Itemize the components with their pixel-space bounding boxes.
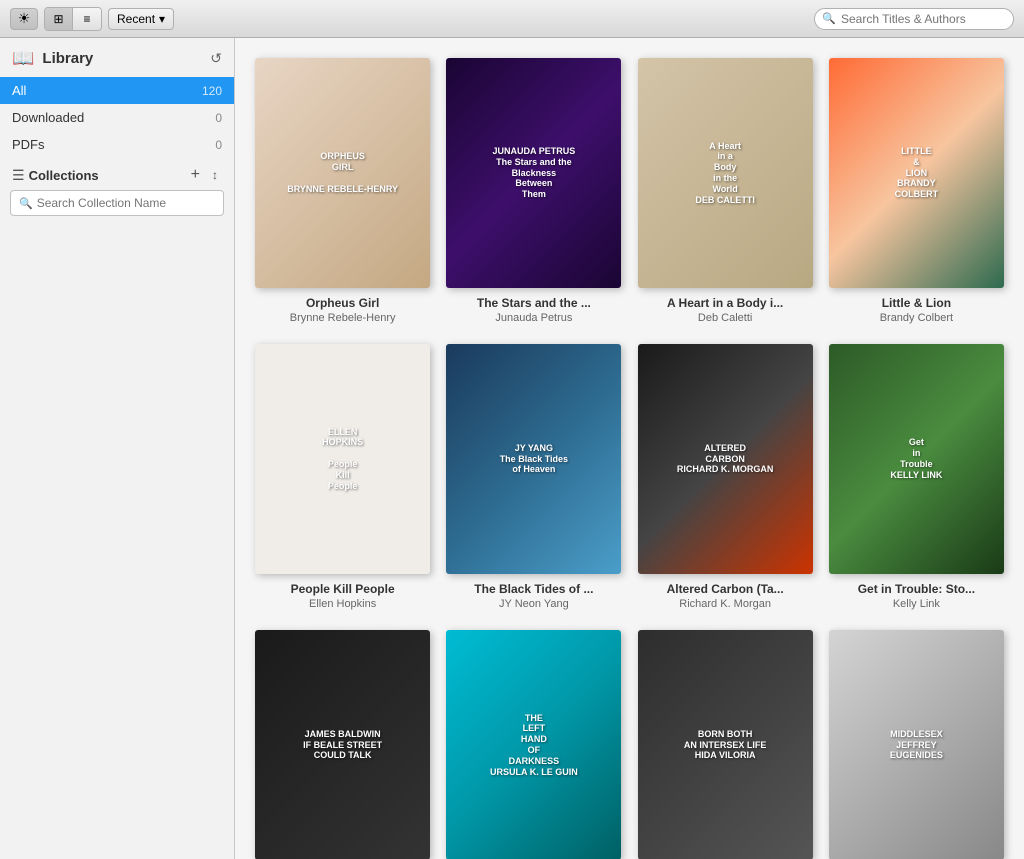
book-title-little-lion: Little & Lion	[882, 296, 951, 310]
book-item-altered-carbon[interactable]: ALTERED CARBON RICHARD K. MORGAN Altered …	[638, 344, 813, 610]
book-item-heart-in-body[interactable]: A Heart in a Body in the World DEB CALET…	[638, 58, 813, 324]
book-item-born-both[interactable]: BORN BOTH AN INTERSEX LIFE HIDA VILORIAB…	[638, 630, 813, 859]
sun-icon-btn[interactable]: ☀	[10, 8, 38, 30]
cover-text-little-lion: LITTLE & LION BRANDY COLBERT	[891, 142, 943, 204]
book-author-people-kill-people: Ellen Hopkins	[309, 598, 376, 610]
collection-search-input[interactable]	[37, 196, 215, 210]
book-cover-altered-carbon: ALTERED CARBON RICHARD K. MORGAN	[638, 344, 813, 574]
cover-text-left-hand-darkness: THE LEFT HAND OF DARKNESS URSULA K. LE G…	[486, 709, 582, 782]
sort-dropdown[interactable]: Recent ▾	[108, 8, 174, 30]
library-title: Library	[42, 50, 202, 67]
book-author-heart-in-body: Deb Caletti	[698, 312, 752, 324]
cover-text-beale-street: JAMES BALDWIN IF BEALE STREET COULD TALK	[299, 725, 386, 765]
book-title-get-in-trouble: Get in Trouble: Sto...	[858, 582, 975, 596]
main-layout: 📖 Library ↺ All 120 Downloaded 0 PDFs 0 …	[0, 38, 1024, 859]
book-title-stars-blackness: The Stars and the ...	[477, 296, 591, 310]
content-area: ORPHEUS GIRL BRYNNE REBELE-HENRY Orpheus …	[235, 38, 1024, 859]
book-title-heart-in-body: A Heart in a Body i...	[667, 296, 783, 310]
cover-text-middlesex: MIDDLESEX JEFFREY EUGENIDES	[886, 725, 947, 765]
cover-text-get-in-trouble: Get in Trouble KELLY LINK	[886, 433, 946, 484]
book-item-get-in-trouble[interactable]: Get in Trouble KELLY LINK Get in Trouble:…	[829, 344, 1004, 610]
sidebar-item-downloaded[interactable]: Downloaded 0	[0, 104, 234, 131]
book-item-left-hand-darkness[interactable]: THE LEFT HAND OF DARKNESS URSULA K. LE G…	[446, 630, 621, 859]
cover-text-altered-carbon: ALTERED CARBON RICHARD K. MORGAN	[673, 439, 778, 479]
book-author-altered-carbon: Richard K. Morgan	[679, 598, 771, 610]
cover-text-born-both: BORN BOTH AN INTERSEX LIFE HIDA VILORIA	[680, 725, 771, 765]
book-cover-stars-blackness: JUNAUDA PETRUS The Stars and the Blackne…	[446, 58, 621, 288]
refresh-icon[interactable]: ↺	[210, 50, 222, 67]
book-author-black-tides: JY Neon Yang	[499, 598, 569, 610]
cover-text-stars-blackness: JUNAUDA PETRUS The Stars and the Blackne…	[489, 142, 580, 204]
cover-text-black-tides: JY YANG The Black Tides of Heaven	[496, 439, 572, 479]
book-title-people-kill-people: People Kill People	[291, 582, 395, 596]
book-title-orpheus-girl: Orpheus Girl	[306, 296, 379, 310]
sidebar-header: 📖 Library ↺	[0, 38, 234, 77]
cover-text-orpheus-girl: ORPHEUS GIRL BRYNNE REBELE-HENRY	[283, 147, 402, 198]
book-item-middlesex[interactable]: MIDDLESEX JEFFREY EUGENIDESMiddlesex: A …	[829, 630, 1004, 859]
sort-collections-btn[interactable]: ↕	[208, 168, 222, 182]
collection-search-box: 🔍	[10, 190, 224, 216]
view-toggle: ⊞ ≡	[44, 7, 102, 31]
book-author-stars-blackness: Junauda Petrus	[495, 312, 572, 324]
book-author-get-in-trouble: Kelly Link	[893, 598, 940, 610]
book-item-people-kill-people[interactable]: ELLEN HOPKINS People Kill People People K…	[255, 344, 430, 610]
cover-text-people-kill-people: ELLEN HOPKINS People Kill People	[318, 423, 367, 496]
book-cover-born-both: BORN BOTH AN INTERSEX LIFE HIDA VILORIA	[638, 630, 813, 859]
search-wrapper: 🔍	[814, 8, 1014, 30]
book-cover-heart-in-body: A Heart in a Body in the World DEB CALET…	[638, 58, 813, 288]
book-title-altered-carbon: Altered Carbon (Ta...	[667, 582, 784, 596]
sort-label: Recent	[117, 12, 155, 26]
toolbar: ☀ ⊞ ≡ Recent ▾ 🔍	[0, 0, 1024, 38]
book-cover-middlesex: MIDDLESEX JEFFREY EUGENIDES	[829, 630, 1004, 859]
book-author-orpheus-girl: Brynne Rebele-Henry	[290, 312, 396, 324]
collection-search-icon: 🔍	[19, 197, 33, 210]
sidebar-item-pdfs[interactable]: PDFs 0	[0, 131, 234, 158]
book-author-little-lion: Brandy Colbert	[880, 312, 953, 324]
book-cover-beale-street: JAMES BALDWIN IF BEALE STREET COULD TALK	[255, 630, 430, 859]
sidebar-item-all[interactable]: All 120	[0, 77, 234, 104]
book-cover-get-in-trouble: Get in Trouble KELLY LINK	[829, 344, 1004, 574]
collections-icon: ☰	[12, 167, 25, 184]
books-grid: ORPHEUS GIRL BRYNNE REBELE-HENRY Orpheus …	[255, 58, 1004, 859]
list-view-btn[interactable]: ≡	[73, 8, 101, 30]
book-title-black-tides: The Black Tides of ...	[474, 582, 593, 596]
book-item-little-lion[interactable]: LITTLE & LION BRANDY COLBERT Little & Lio…	[829, 58, 1004, 324]
search-input[interactable]	[814, 8, 1014, 30]
book-cover-black-tides: JY YANG The Black Tides of Heaven	[446, 344, 621, 574]
chevron-down-icon: ▾	[159, 12, 165, 26]
cover-text-heart-in-body: A Heart in a Body in the World DEB CALET…	[691, 137, 759, 210]
sidebar: 📖 Library ↺ All 120 Downloaded 0 PDFs 0 …	[0, 38, 235, 859]
add-collection-btn[interactable]: +	[187, 166, 204, 184]
book-item-beale-street[interactable]: JAMES BALDWIN IF BEALE STREET COULD TALK…	[255, 630, 430, 859]
book-cover-orpheus-girl: ORPHEUS GIRL BRYNNE REBELE-HENRY	[255, 58, 430, 288]
book-item-black-tides[interactable]: JY YANG The Black Tides of Heaven The Bla…	[446, 344, 621, 610]
book-cover-people-kill-people: ELLEN HOPKINS People Kill People	[255, 344, 430, 574]
grid-view-btn[interactable]: ⊞	[45, 8, 73, 30]
book-item-orpheus-girl[interactable]: ORPHEUS GIRL BRYNNE REBELE-HENRY Orpheus …	[255, 58, 430, 324]
library-icon: 📖	[12, 48, 34, 69]
book-cover-little-lion: LITTLE & LION BRANDY COLBERT	[829, 58, 1004, 288]
collections-section-header: ☰ Collections + ↕	[0, 158, 234, 190]
book-item-stars-blackness[interactable]: JUNAUDA PETRUS The Stars and the Blackne…	[446, 58, 621, 324]
book-cover-left-hand-darkness: THE LEFT HAND OF DARKNESS URSULA K. LE G…	[446, 630, 621, 859]
collections-label: Collections	[29, 168, 183, 183]
